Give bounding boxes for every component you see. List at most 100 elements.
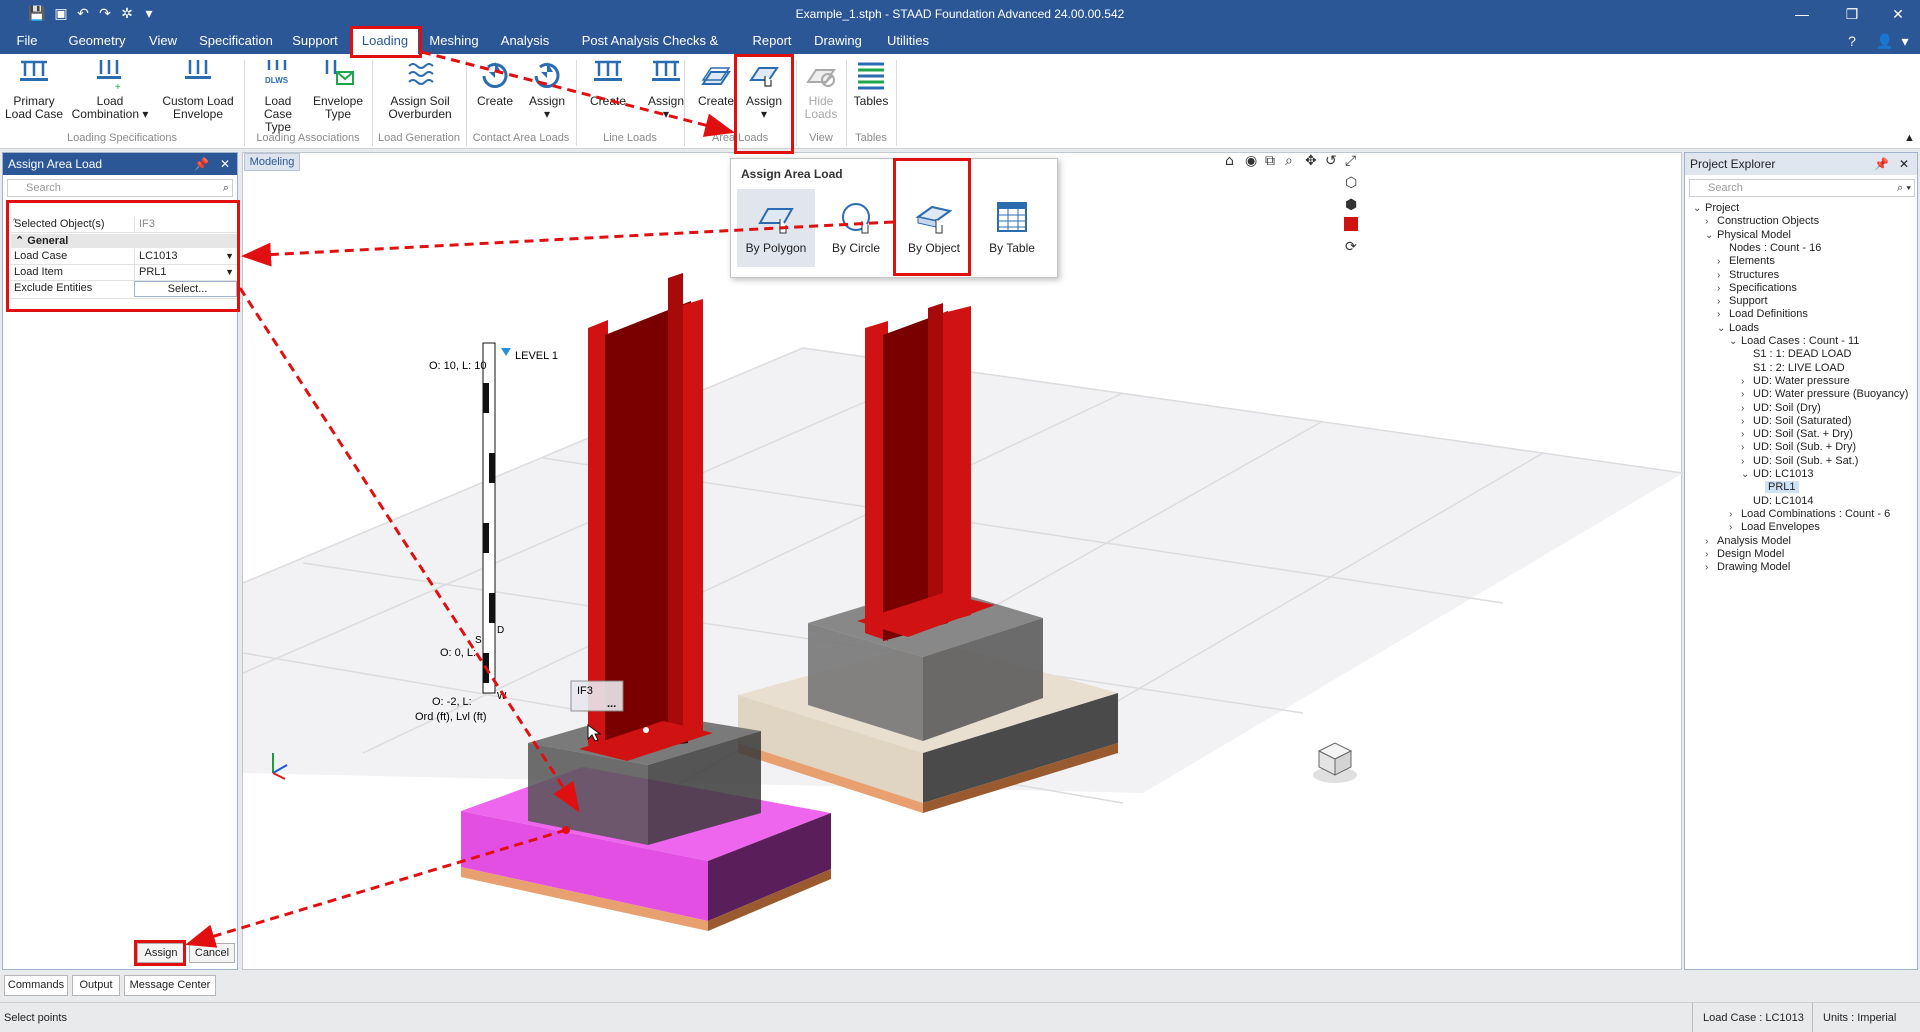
by-polygon-label: By Polygon bbox=[745, 241, 807, 255]
tree-node-label: Structures bbox=[1729, 268, 1780, 281]
by-object-item[interactable]: By Object bbox=[895, 189, 973, 267]
create-icon bbox=[482, 62, 508, 88]
tab-commands[interactable]: Commands bbox=[4, 975, 68, 996]
hide-loads-button[interactable]: Hide Loads bbox=[800, 58, 842, 121]
zoom-window-icon[interactable]: ⧉ bbox=[1265, 153, 1275, 169]
load-case-type-button[interactable]: DLWS Load Case Type bbox=[250, 58, 306, 134]
tab-utilities[interactable]: Utilities bbox=[880, 28, 936, 54]
model-view-icon[interactable]: ⬢ bbox=[1345, 197, 1357, 213]
close-panel-icon[interactable]: ✕ bbox=[1899, 153, 1909, 175]
contact-area-create-button[interactable]: Create bbox=[470, 58, 520, 108]
marker-s: S bbox=[475, 635, 482, 646]
group-general[interactable]: ⌃ General bbox=[11, 234, 237, 248]
by-polygon-item[interactable]: By Polygon bbox=[737, 189, 815, 267]
load-item-select[interactable]: PRL1 ▼ bbox=[134, 265, 237, 280]
load-combination-button[interactable]: + Load Combination ▾ bbox=[68, 58, 152, 121]
ord-level-bottom: O: -2, L: bbox=[432, 696, 472, 708]
tree-node-label: Physical Model bbox=[1717, 228, 1791, 241]
expand-icon[interactable]: ⌄ bbox=[1741, 467, 1753, 482]
tables-button[interactable]: Tables bbox=[850, 58, 892, 108]
minimize-icon[interactable]: — bbox=[1780, 2, 1824, 26]
help-icon[interactable]: ? bbox=[1843, 32, 1861, 50]
project-explorer-panel: Project Explorer 📌 ✕ Search ⌕ ▾ ⌄ Project… bbox=[1684, 152, 1918, 970]
home-icon[interactable]: ⌂ bbox=[1225, 153, 1234, 169]
tab-report[interactable]: Report bbox=[748, 28, 796, 54]
tree-node-label: Nodes : Count - 16 bbox=[1729, 241, 1822, 254]
primary-load-case-button[interactable]: Primary Load Case bbox=[4, 58, 64, 121]
line-load-assign-button[interactable]: Assign ▾ bbox=[638, 58, 694, 121]
expand-icon[interactable]: ⌄ bbox=[1693, 201, 1705, 216]
user-dropdown-icon[interactable]: ▾ bbox=[1896, 32, 1914, 50]
tab-output[interactable]: Output bbox=[72, 975, 120, 996]
render-icon[interactable] bbox=[1344, 217, 1358, 231]
selection-icon[interactable]: ⬡ bbox=[1345, 175, 1357, 191]
view-icon[interactable]: ◉ bbox=[1245, 153, 1257, 169]
tree-node-drawing-model[interactable]: › Drawing Model bbox=[1705, 560, 1790, 575]
assign-soil-overburden-button[interactable]: Assign Soil Overburden bbox=[378, 58, 462, 121]
status-units: Units : Imperial bbox=[1812, 1003, 1896, 1032]
custom-load-envelope-button[interactable]: Custom Load Envelope bbox=[156, 58, 240, 121]
tab-specification[interactable]: Specification bbox=[194, 28, 278, 54]
restore-icon[interactable]: ❐ bbox=[1830, 2, 1874, 26]
explorer-search-input[interactable]: Search ⌕ ▾ bbox=[1689, 179, 1915, 197]
search-icon[interactable]: ⌕ ▾ bbox=[1897, 180, 1911, 196]
tab-analysis[interactable]: Analysis bbox=[494, 28, 556, 54]
tab-drawing[interactable]: Drawing bbox=[810, 28, 866, 54]
tree-node-label: S1 : 1: DEAD LOAD bbox=[1753, 348, 1852, 361]
by-circle-item[interactable]: By Circle bbox=[817, 189, 895, 267]
envelope-type-button[interactable]: Envelope Type bbox=[310, 58, 366, 121]
modeling-tab[interactable]: Modeling bbox=[244, 153, 300, 171]
collapse-ribbon-icon[interactable]: ▲ bbox=[1904, 132, 1915, 144]
close-icon[interactable]: ✕ bbox=[1876, 2, 1920, 26]
expand-icon[interactable]: › bbox=[1705, 560, 1717, 575]
tab-geometry[interactable]: Geometry bbox=[62, 28, 132, 54]
tab-support[interactable]: Support bbox=[286, 28, 344, 54]
select-entities-button[interactable]: Select... bbox=[134, 281, 237, 297]
tree-node-label: UD: Soil (Dry) bbox=[1753, 401, 1821, 414]
tab-view[interactable]: View bbox=[140, 28, 186, 54]
expand-icon[interactable]: ⌄ bbox=[1705, 228, 1717, 243]
object-icon bbox=[915, 205, 953, 234]
load-case-select[interactable]: LC1013 ▼ bbox=[134, 249, 237, 264]
group-general-label: General bbox=[27, 235, 69, 247]
pan-icon[interactable]: ✥ bbox=[1305, 153, 1317, 169]
rotate-icon[interactable]: ↺ bbox=[1325, 153, 1337, 169]
tab-file[interactable]: File bbox=[6, 28, 48, 54]
by-table-label: By Table bbox=[989, 241, 1035, 255]
pin-icon[interactable]: 📌 bbox=[1874, 153, 1889, 175]
area-load-create-button[interactable]: Create bbox=[690, 58, 742, 108]
tab-meshing[interactable]: Meshing bbox=[424, 28, 484, 54]
project-explorer-title-text: Project Explorer bbox=[1690, 157, 1776, 171]
view-cube-icon[interactable] bbox=[1313, 742, 1357, 783]
line-assign-label: Assign bbox=[647, 94, 685, 108]
cancel-button[interactable]: Cancel bbox=[189, 943, 235, 963]
tab-message-center[interactable]: Message Center bbox=[124, 975, 216, 996]
refresh-icon[interactable]: ⟳ bbox=[1345, 239, 1357, 255]
fullscreen-icon[interactable]: ⤢ bbox=[1345, 153, 1356, 169]
panel-search-input[interactable]: Search ⌕ bbox=[7, 179, 233, 197]
assign-button[interactable]: Assign bbox=[137, 943, 185, 963]
svg-text:+: + bbox=[115, 82, 121, 92]
close-panel-icon[interactable]: ✕ bbox=[220, 153, 230, 175]
contact-area-assign-button[interactable]: Assign ▾ bbox=[522, 58, 572, 121]
ord-level-mid: O: 0, L: bbox=[440, 647, 476, 659]
tab-loading[interactable]: Loading bbox=[352, 28, 418, 54]
pin-icon[interactable]: 📌 bbox=[194, 153, 209, 175]
group-label-line: Line Loads bbox=[603, 132, 657, 144]
custom-load-envelope-label: Custom Load Envelope bbox=[162, 94, 234, 121]
search-icon[interactable]: ⌕ bbox=[223, 180, 229, 196]
tree-node-label: Design Model bbox=[1717, 547, 1785, 560]
line-load-create-button[interactable]: Create bbox=[580, 58, 636, 108]
title-bar: 💾 ▣ ↶ ↷ ✲ ▾ Example_1.stph - STAAD Found… bbox=[0, 0, 1920, 28]
expand-icon[interactable]: ⌄ bbox=[1717, 321, 1729, 336]
user-icon[interactable]: 👤 bbox=[1876, 32, 1894, 50]
by-table-item[interactable]: By Table bbox=[973, 189, 1051, 267]
area-load-assign-button[interactable]: Assign ▾ bbox=[736, 58, 792, 121]
zoom-icon[interactable]: ⌕ bbox=[1285, 153, 1293, 169]
expand-icon[interactable]: ⌄ bbox=[1729, 334, 1741, 349]
tree-node-label: UD: LC1014 bbox=[1753, 494, 1814, 507]
more-icon[interactable]: ... bbox=[607, 698, 616, 710]
line-load-create-icon bbox=[594, 60, 622, 81]
tab-post-analysis[interactable]: Post Analysis Checks & Design bbox=[566, 28, 734, 74]
row-load-item: Load Item PRL1 ▼ bbox=[11, 265, 237, 281]
